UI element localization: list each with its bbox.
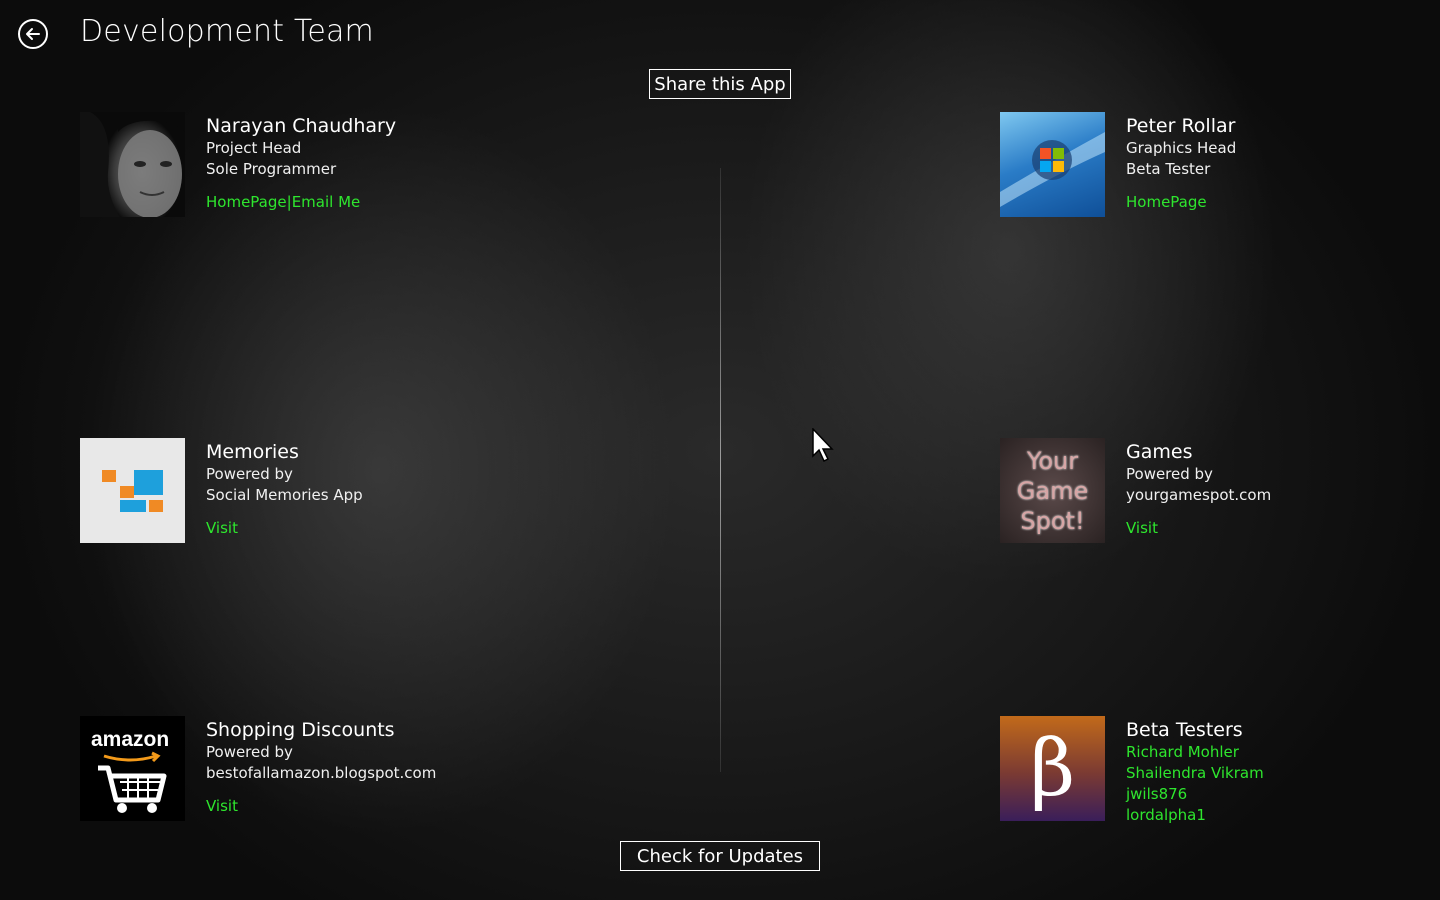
section-name: Beta Testers (1126, 719, 1243, 741)
tester-link[interactable]: Shailendra Vikram (1126, 763, 1440, 784)
partner-links: Visit (1126, 518, 1440, 539)
logo-word: Game (1016, 476, 1089, 505)
tester-link[interactable]: jwils876 (1126, 784, 1440, 805)
person-photo-icon (80, 112, 185, 217)
logo-word: Your (1026, 446, 1079, 475)
logo-word: amazon (91, 728, 170, 751)
amazon-logo-image: amazon (80, 716, 185, 821)
mouse-pointer-icon (812, 428, 834, 463)
beta-testers-card: β Beta Testers Richard Mohler Shailendra… (1000, 716, 1440, 846)
partner-name: Memories (206, 441, 299, 463)
powered-by-label: Powered by (206, 465, 293, 483)
partner-source: yourgamespot.com (1126, 486, 1272, 504)
windows-logo-icon (1000, 132, 1105, 207)
member-role: Graphics Head (1126, 139, 1237, 157)
team-card-peter: Peter Rollar Graphics Head Beta Tester H… (1000, 112, 1440, 242)
partner-card-memories: Memories Powered by Social Memories App … (80, 438, 540, 568)
partner-links: Visit (206, 796, 536, 817)
memories-logo-image (80, 438, 185, 543)
back-arrow-icon (26, 28, 40, 40)
games-logo-image: Your Game Spot! (1000, 438, 1105, 543)
profile-photo (80, 112, 185, 217)
member-role: Project Head (206, 139, 302, 157)
share-app-button[interactable]: Share this App (649, 69, 791, 99)
partner-card-games: Your Game Spot! Games Powered by yourgam… (1000, 438, 1440, 568)
visit-link[interactable]: Visit (1126, 519, 1158, 537)
tester-link[interactable]: lordalpha1 (1126, 805, 1440, 826)
tester-link[interactable]: Richard Mohler (1126, 742, 1440, 763)
team-card-narayan: Narayan Chaudhary Project Head Sole Prog… (80, 112, 540, 242)
visit-link[interactable]: Visit (206, 519, 238, 537)
partner-source: bestofallamazon.blogspot.com (206, 764, 437, 782)
partner-source: Social Memories App (206, 486, 363, 504)
homepage-link[interactable]: HomePage (206, 193, 287, 211)
center-divider (720, 168, 721, 772)
member-name: Narayan Chaudhary (206, 115, 397, 137)
back-button[interactable] (18, 19, 48, 49)
beta-symbol: β (1029, 723, 1076, 814)
powered-by-label: Powered by (1126, 465, 1213, 483)
windows-logo-image (1000, 112, 1105, 217)
partner-links: Visit (206, 518, 536, 539)
memories-tiles-icon (102, 470, 163, 512)
member-role: Sole Programmer (206, 160, 337, 178)
powered-by-label: Powered by (206, 743, 293, 761)
visit-link[interactable]: Visit (206, 797, 238, 815)
member-links: HomePage|Email Me (206, 192, 536, 213)
email-link[interactable]: Email Me (292, 193, 361, 211)
beta-logo-image: β (1000, 716, 1105, 821)
homepage-link[interactable]: HomePage (1126, 193, 1207, 211)
member-name: Peter Rollar (1126, 115, 1236, 137)
member-links: HomePage (1126, 192, 1440, 213)
page-title: Development Team (80, 14, 374, 49)
member-role: Beta Tester (1126, 160, 1211, 178)
partner-name: Games (1126, 441, 1193, 463)
partner-card-shopping: amazon Shopping Discounts Powered by bes… (80, 716, 540, 846)
logo-word: Spot! (1020, 506, 1085, 535)
partner-name: Shopping Discounts (206, 719, 395, 741)
check-updates-button[interactable]: Check for Updates (620, 841, 820, 871)
